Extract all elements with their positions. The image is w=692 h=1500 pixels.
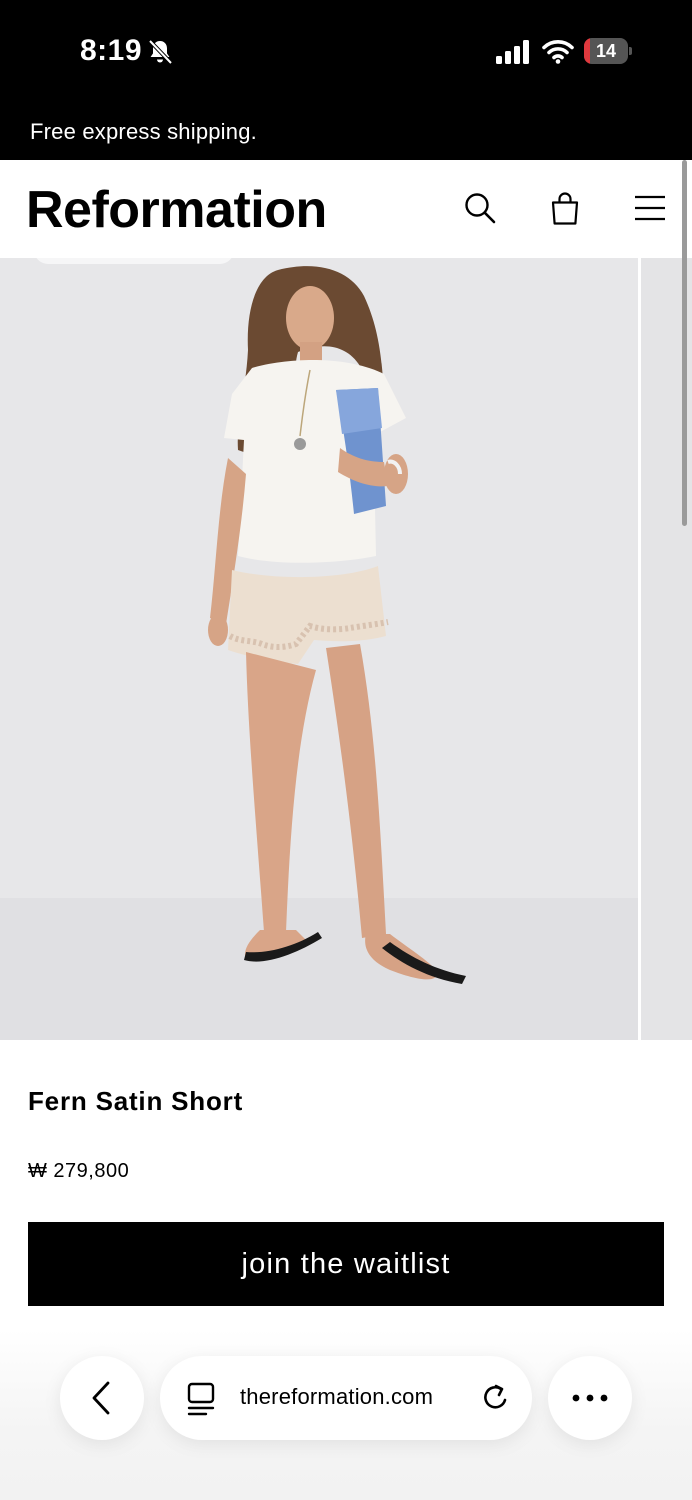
site-header: Reformation [0,160,692,258]
battery-level: 14 [595,41,617,61]
url-text: thereformation.com [240,1384,434,1409]
product-photo [208,266,466,984]
status-bar: 8:19 14 [0,0,692,104]
product-image-gallery[interactable] [0,258,692,1040]
wifi-icon [542,40,574,64]
bell-slash-icon [148,39,173,65]
page-scrollbar[interactable] [682,160,687,526]
shopping-bag-icon[interactable] [547,190,583,226]
promo-text: Free express shipping. [30,119,257,144]
cellular-signal-icon [496,40,529,64]
battery-icon: 14 [584,38,632,64]
status-time: 8:19 [80,34,143,67]
product-price: ₩ 279,800 [28,1160,130,1182]
browser-back-button[interactable] [60,1356,144,1440]
promo-banner[interactable]: Free express shipping. [0,104,692,160]
battery-nub [629,47,632,55]
search-icon[interactable] [462,190,498,226]
tabs-icon [187,1382,215,1416]
reload-icon[interactable] [480,1382,512,1414]
battery-body: 14 [584,38,628,64]
brand-logo[interactable]: Reformation [26,180,327,240]
browser-more-button[interactable] [548,1356,632,1440]
hamburger-menu-icon[interactable] [632,190,668,226]
more-dots-icon [572,1394,608,1402]
product-name: Fern Satin Short [28,1086,244,1116]
back-chevron-icon [92,1381,110,1415]
join-waitlist-button[interactable]: join the waitlist [28,1222,664,1306]
browser-address-bar[interactable]: thereformation.com [160,1356,532,1440]
product-page: 8:19 14 Free express shipping. Reformati… [0,0,692,1500]
